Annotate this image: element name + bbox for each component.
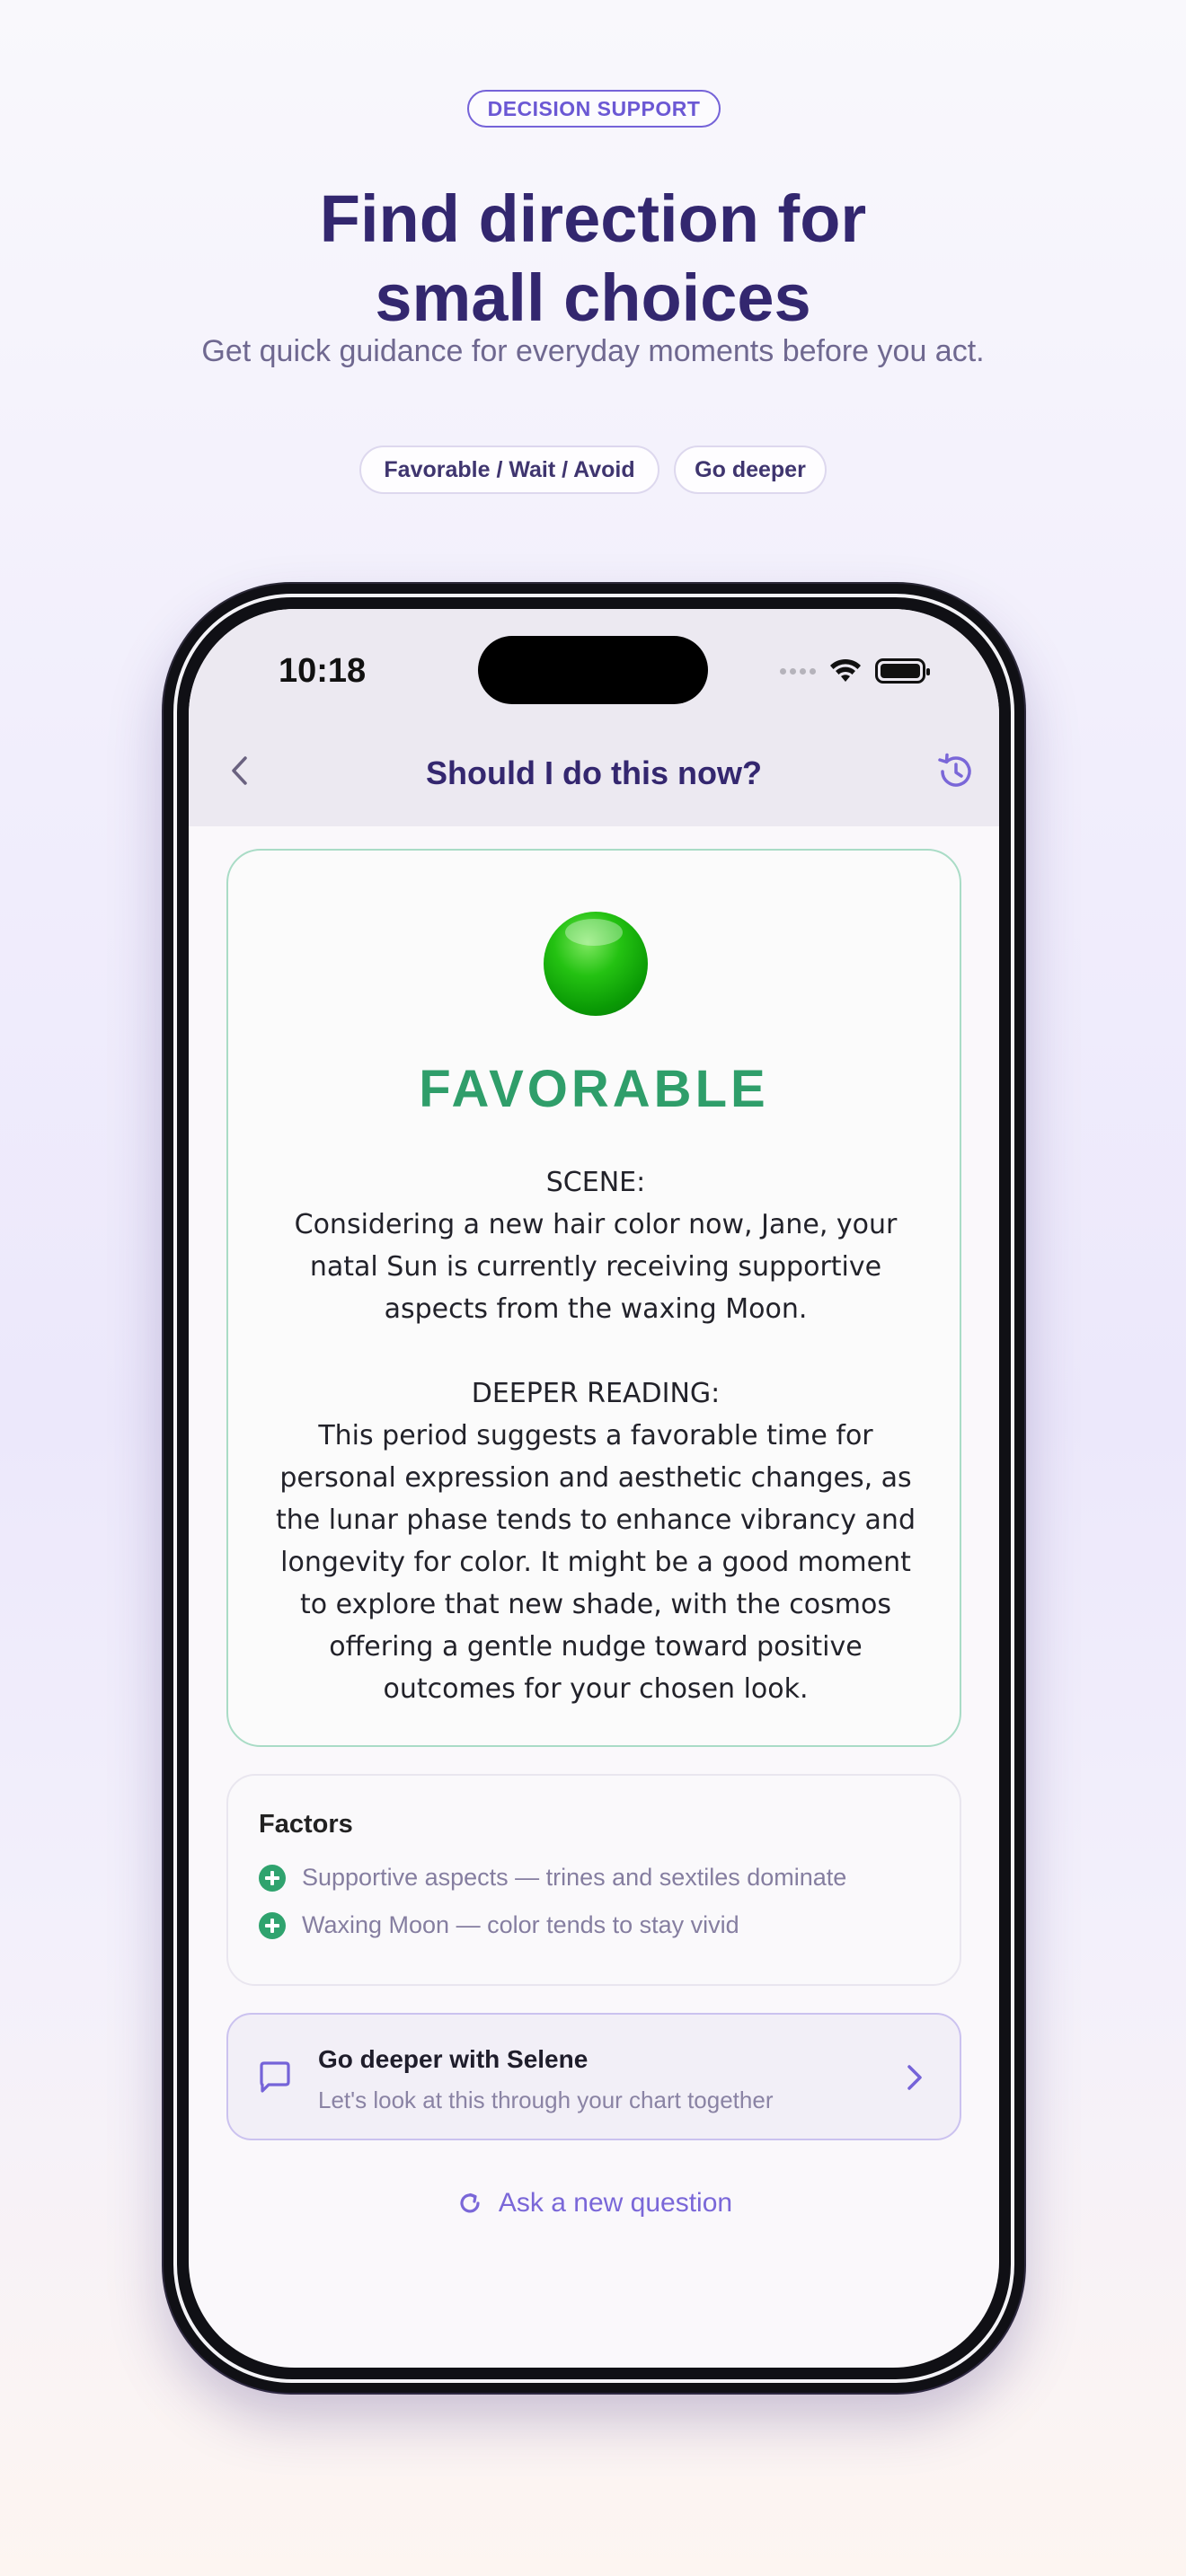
- factors-card: Factors Supportive aspects — trines and …: [226, 1774, 961, 1986]
- headline-line-2: small choices: [375, 260, 811, 335]
- status-icons: [780, 657, 930, 684]
- factor-item: Supportive aspects — trines and sextiles…: [259, 1864, 846, 1892]
- page-title: Should I do this now?: [426, 754, 762, 791]
- top-bar: 10:18 Should I do this now?: [189, 609, 999, 826]
- page-headline: Find direction for small choices: [0, 180, 1186, 338]
- verdict-label: FAVORABLE: [419, 1060, 769, 1118]
- battery-icon: [875, 658, 930, 684]
- plus-circle-icon: [259, 1911, 286, 1939]
- factors-title: Factors: [259, 1810, 353, 1839]
- go-deeper-button[interactable]: Go deeper with Selene Let's look at this…: [226, 2013, 961, 2140]
- factor-text: Supportive aspects — trines and sextiles…: [302, 1864, 847, 1891]
- plus-circle-icon: [259, 1864, 286, 1892]
- phone-frame: 10:18 Should I do this now? FAVORABLE SC…: [164, 584, 1024, 2393]
- ask-new-question-button[interactable]: Ask a new question: [189, 2188, 999, 2219]
- deeper-reading-text: This period suggests a favorable time fo…: [275, 1420, 916, 1705]
- phone-screen: 10:18 Should I do this now? FAVORABLE SC…: [189, 609, 999, 2368]
- deeper-reading-label: DEEPER READING:: [471, 1378, 721, 1409]
- factor-item: Waxing Moon — color tends to stay vivid: [259, 1911, 739, 1939]
- chevron-right-icon: [907, 2065, 922, 2090]
- reading-text: SCENE: Considering a new hair color now,…: [264, 1161, 927, 1752]
- page-subheadline: Get quick guidance for everyday moments …: [201, 334, 985, 368]
- ask-new-question-label: Ask a new question: [498, 2188, 733, 2218]
- refresh-icon: [460, 2192, 480, 2213]
- status-time: 10:18: [279, 652, 367, 690]
- scene-text: Considering a new hair color now, Jane, …: [294, 1209, 898, 1325]
- go-deeper-subtitle: Let's look at this through your chart to…: [318, 2086, 774, 2113]
- scene-label: SCENE:: [545, 1167, 646, 1198]
- dynamic-island: [478, 636, 708, 704]
- pill-favorable-wait-avoid: Favorable / Wait / Avoid: [359, 446, 659, 494]
- pill-go-deeper: Go deeper: [674, 446, 827, 494]
- decision-support-badge: DECISION SUPPORT: [467, 90, 721, 128]
- factor-text: Waxing Moon — color tends to stay vivid: [302, 1911, 739, 1938]
- go-deeper-title: Go deeper with Selene: [318, 2045, 589, 2073]
- headline-line-1: Find direction for: [319, 181, 867, 256]
- history-icon[interactable]: [934, 751, 976, 792]
- result-card: FAVORABLE SCENE: Considering a new hair …: [226, 849, 961, 1747]
- wifi-icon: [830, 658, 861, 682]
- green-circle-icon: [544, 912, 648, 1016]
- chat-bubble-icon: [260, 2061, 290, 2093]
- signal-icon: [780, 667, 816, 675]
